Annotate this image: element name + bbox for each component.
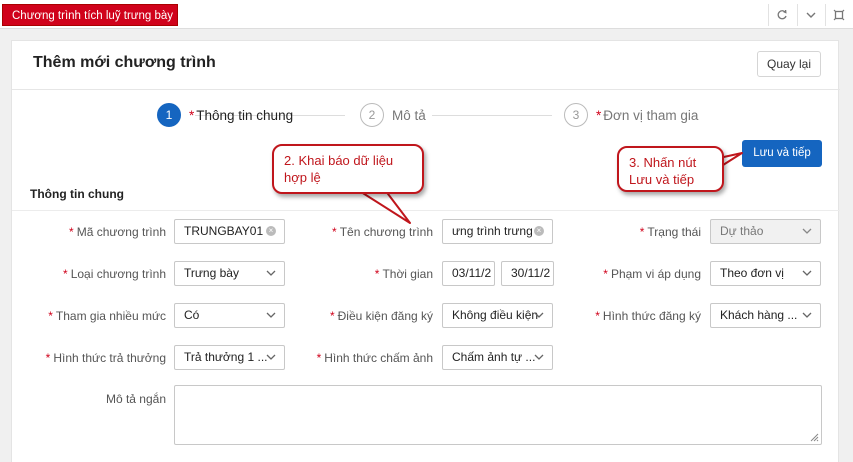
clear-icon[interactable]: × <box>266 226 276 236</box>
callout-press-save: 3. Nhấn nút Lưu và tiếp <box>617 146 724 192</box>
chevron-down-icon <box>266 354 276 360</box>
chevron-down-icon[interactable] <box>797 4 823 26</box>
top-tab-bar: Chương trình tích luỹ trưng bày <box>0 0 853 29</box>
chevron-down-icon <box>266 270 276 276</box>
clear-icon[interactable]: × <box>534 226 544 236</box>
ten-input[interactable]: ưng trình trưng × <box>442 219 553 244</box>
step-connector <box>432 115 552 116</box>
trangthai-label: * Trạng thái <box>639 225 701 239</box>
step-label: Đơn vị tham gia <box>603 107 699 123</box>
back-button[interactable]: Quay lại <box>757 51 821 77</box>
chevron-down-icon <box>802 270 812 276</box>
chevron-down-icon <box>534 312 544 318</box>
required-mark: * <box>189 107 195 123</box>
step-number: 1 <box>157 103 181 127</box>
step-label: Mô tả <box>392 107 426 123</box>
step-number: 2 <box>360 103 384 127</box>
step-2[interactable]: 2 Mô tả <box>360 103 426 127</box>
cham-select[interactable]: Chấm ảnh tự ... <box>442 345 553 370</box>
step-number: 3 <box>564 103 588 127</box>
page-title: Thêm mới chương trình <box>33 54 216 71</box>
dieukien-select[interactable]: Không điều kiện <box>442 303 553 328</box>
thoigian-label: * Thời gian <box>374 267 433 281</box>
trangthai-select: Dự thảo <box>710 219 821 244</box>
step-label: Thông tin chung <box>196 107 294 123</box>
step-1[interactable]: 1 * Thông tin chung <box>157 103 293 127</box>
ma-input[interactable]: TRUNGBAY01 × <box>174 219 285 244</box>
phamvi-label: * Phạm vi áp dụng <box>603 267 701 281</box>
tab-current-program[interactable]: Chương trình tích luỹ trưng bày <box>2 4 178 26</box>
callout-declare-data: 2. Khai báo dữ liệu hợp lệ <box>272 144 424 194</box>
thoigian-from-input[interactable]: 03/11/2 <box>442 261 495 286</box>
loai-label: * Loại chương trình <box>63 267 166 281</box>
section-title: Thông tin chung <box>30 187 124 201</box>
thamgia-label: * Tham gia nhiều mức <box>48 309 166 323</box>
divider <box>12 89 840 90</box>
chevron-down-icon <box>266 312 276 318</box>
chevron-down-icon <box>802 312 812 318</box>
hinhthucdk-label: * Hình thức đăng ký <box>595 309 701 323</box>
resize-handle-icon[interactable] <box>809 432 819 442</box>
tra-select[interactable]: Trả thưởng 1 ... <box>174 345 285 370</box>
required-mark: * <box>596 107 602 123</box>
form-card: Thêm mới chương trình Quay lại 1 * Thông… <box>11 40 840 462</box>
refresh-icon[interactable] <box>768 4 794 26</box>
cham-label: * Hình thức chấm ảnh <box>316 351 433 365</box>
ten-label: * Tên chương trình <box>332 225 433 239</box>
phamvi-select[interactable]: Theo đơn vị <box>710 261 821 286</box>
chevron-down-icon <box>802 228 812 234</box>
dieukien-label: * Điều kiện đăng ký <box>329 309 433 323</box>
mota-textarea[interactable] <box>174 385 822 445</box>
chevron-down-icon <box>534 354 544 360</box>
hinhthucdk-select[interactable]: Khách hàng ... <box>710 303 821 328</box>
step-3[interactable]: 3 * Đơn vị tham gia <box>564 103 698 127</box>
fullscreen-icon[interactable] <box>825 4 851 26</box>
ma-label: * Mã chương trình <box>69 225 166 239</box>
divider <box>12 210 840 211</box>
mota-label: Mô tả ngắn <box>105 392 166 406</box>
save-and-continue-button[interactable]: Lưu và tiếp <box>742 140 822 167</box>
tra-label: * Hình thức trả thưởng <box>45 351 166 365</box>
thoigian-to-input[interactable]: 30/11/2 <box>501 261 554 286</box>
thamgia-select[interactable]: Có <box>174 303 285 328</box>
loai-select[interactable]: Trưng bày <box>174 261 285 286</box>
